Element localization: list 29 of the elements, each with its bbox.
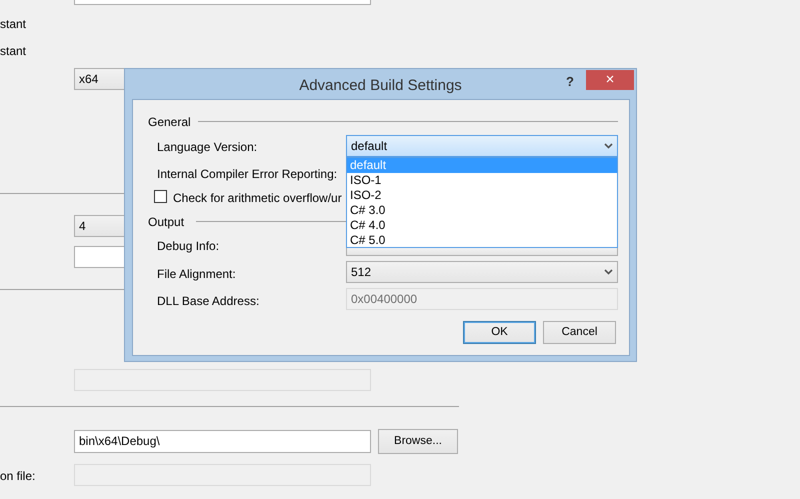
dropdown-option[interactable]: ISO-2 [347,188,617,203]
section-heading: Output [148,214,184,231]
field-label: DLL Base Address: [157,293,260,310]
browse-button[interactable]: Browse... [378,429,458,454]
field-label: File Alignment: [157,266,236,283]
field-label: stant [0,16,26,33]
caret-icon [604,143,613,149]
window-title: Advanced Build Settings [298,76,463,96]
caret-icon [604,269,613,275]
section-heading: General [148,114,191,131]
dropdown[interactable]: 512 [346,261,618,283]
dropdown-option[interactable]: C# 5.0 [347,233,617,248]
checkbox-label: Check for arithmetic overflow/ur [173,190,342,207]
close-button[interactable]: × [586,70,634,90]
dropdown[interactable]: default [346,135,618,157]
input-field: 0x00400000 [346,288,618,310]
dropdown-option[interactable]: ISO-1 [347,173,617,188]
dropdown-option[interactable]: C# 4.0 [347,218,617,233]
field-label: Debug Info: [157,238,220,255]
checkbox[interactable] [154,190,167,203]
help-button[interactable]: ? [566,72,574,92]
field-label: Language Version: [157,139,258,156]
field-label: stant [0,43,26,60]
dropdown-option[interactable]: C# 3.0 [347,203,617,218]
field-label: Internal Compiler Error Reporting: [157,166,338,183]
path-field[interactable]: bin\x64\Debug\ [74,430,371,453]
ok-button[interactable]: OK [463,321,536,344]
field-label: on file: [0,468,36,485]
cancel-button[interactable]: Cancel [543,321,616,344]
